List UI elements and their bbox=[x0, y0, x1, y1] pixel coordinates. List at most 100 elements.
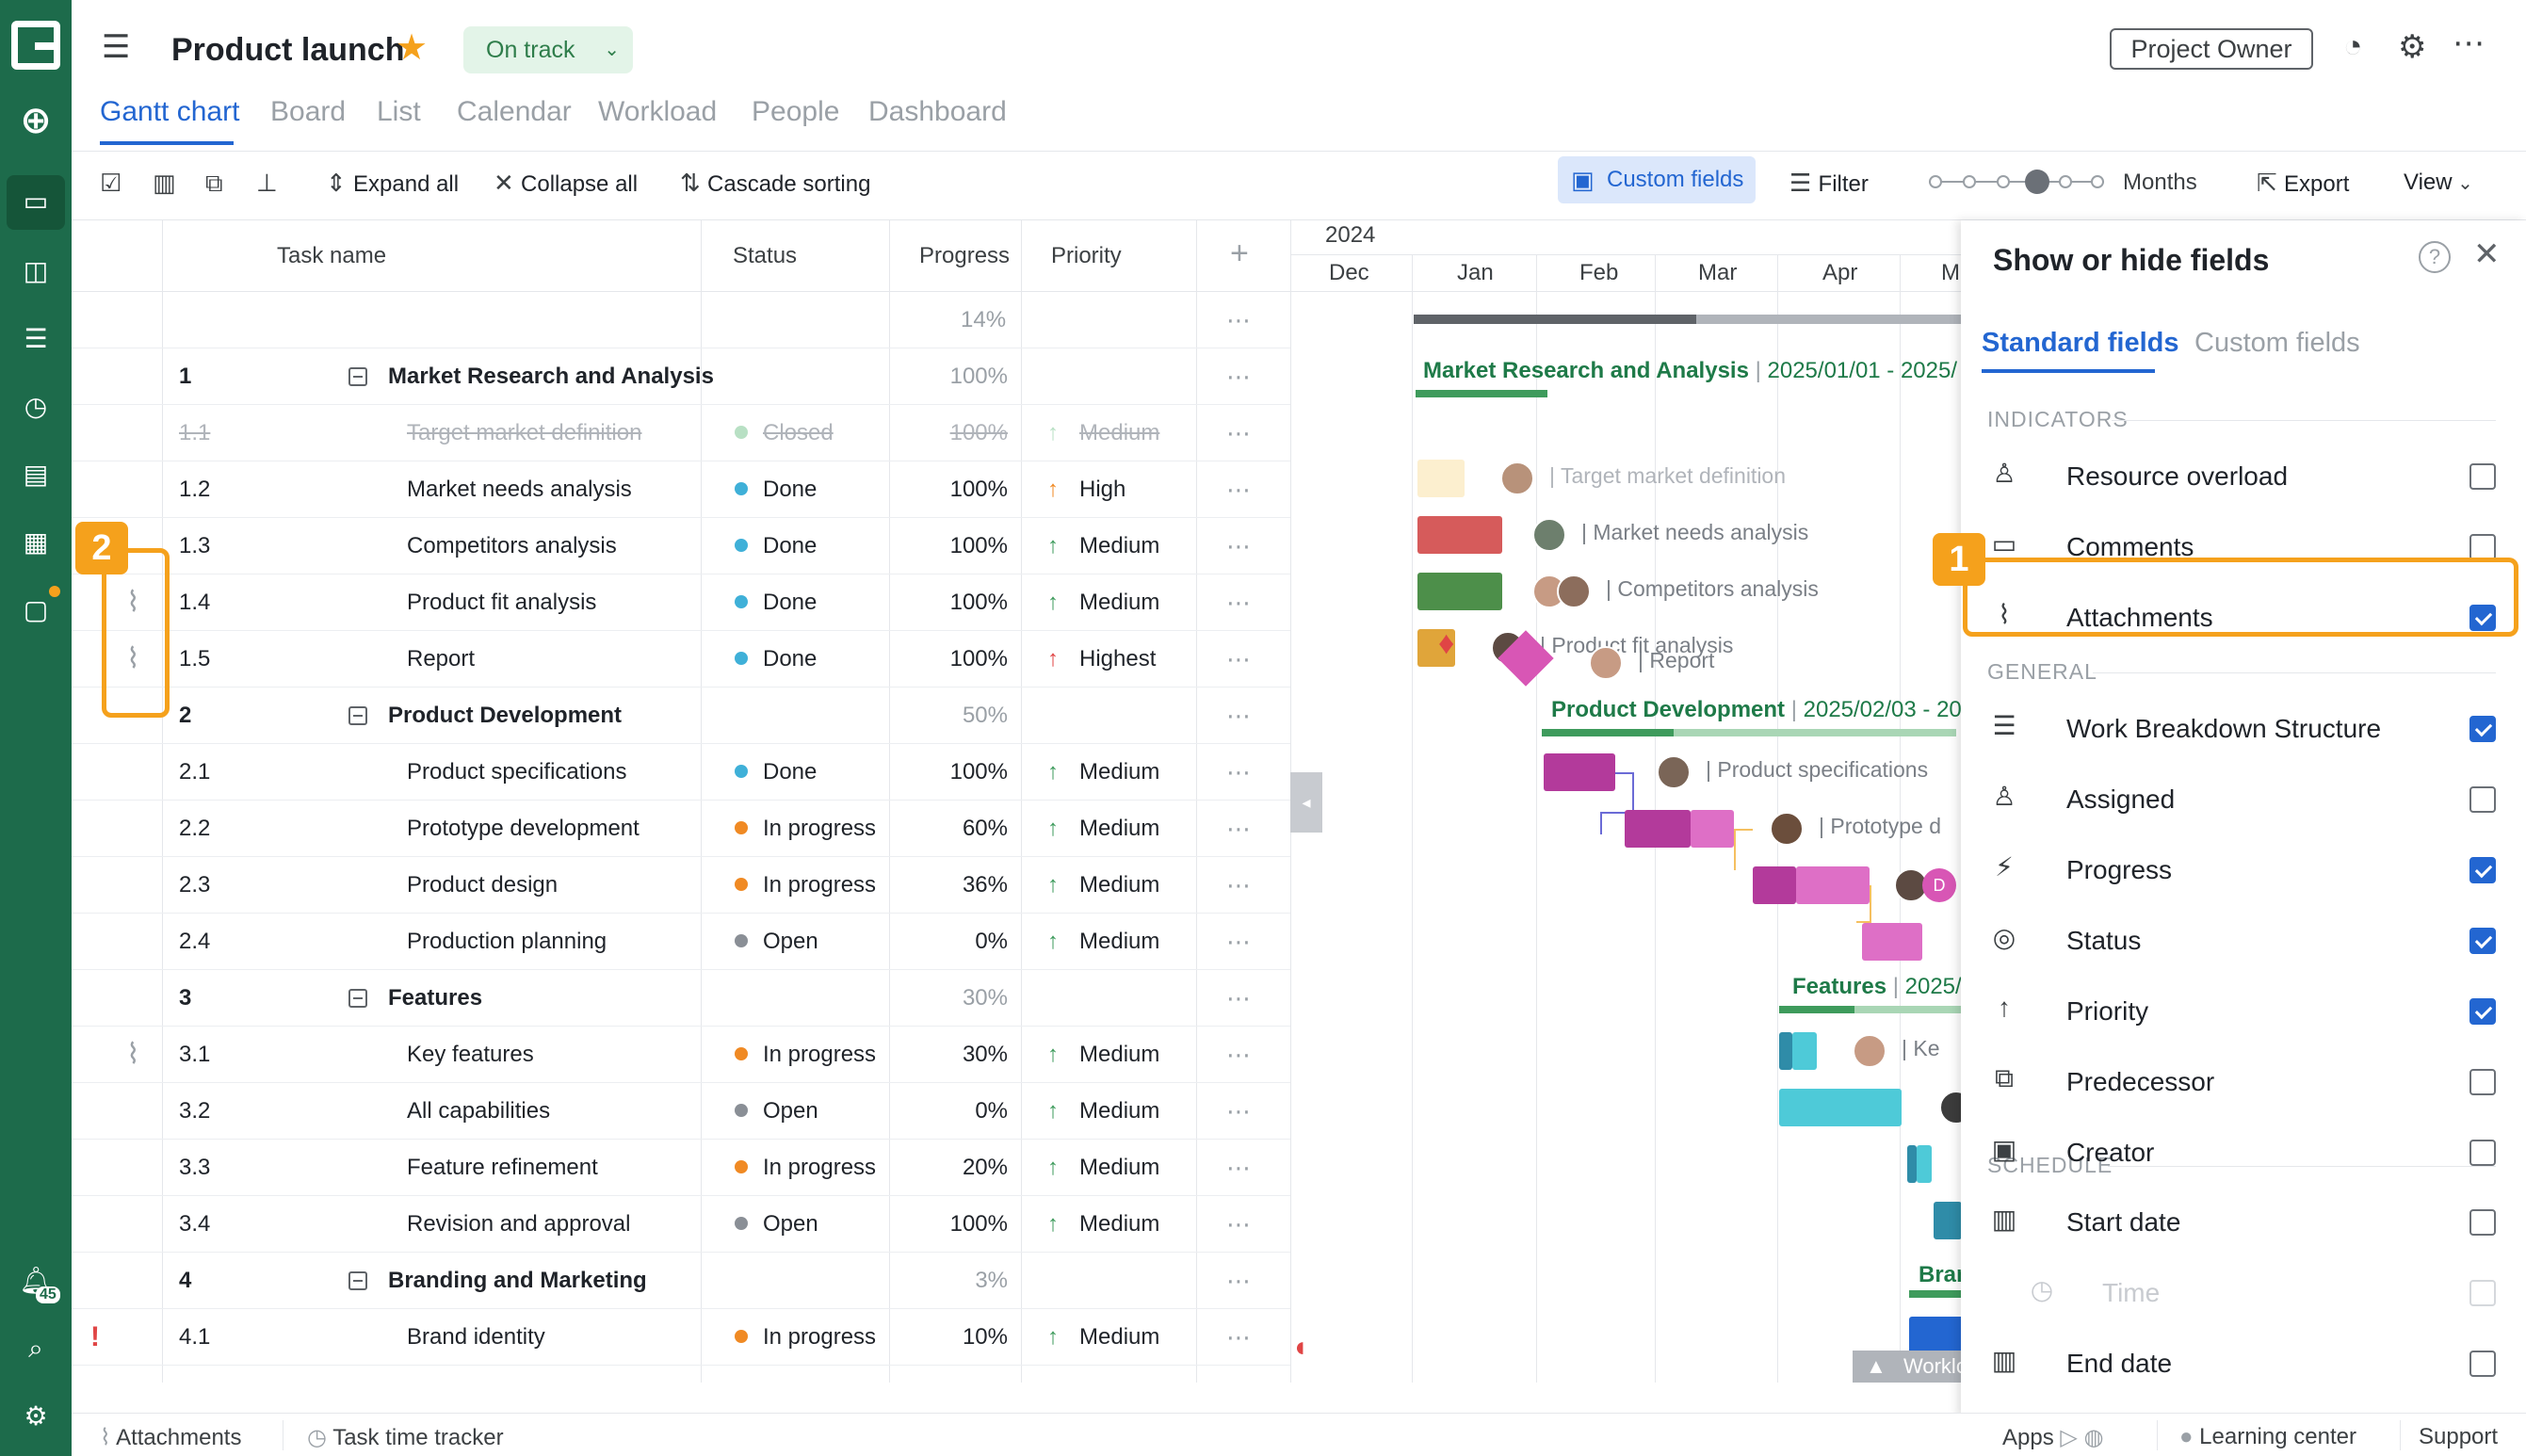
progress-value[interactable]: 100% bbox=[889, 518, 1008, 574]
hierarchy-icon[interactable]: ⧉ bbox=[205, 166, 223, 200]
task-row[interactable]: ⌇ 1.4 Product fit analysis Done 100% ↑ Medium ⋯ bbox=[72, 574, 1290, 631]
more-icon[interactable]: ⋯ bbox=[2453, 24, 2485, 62]
task-row[interactable]: ⌇ 1.5 Report Done 100% ↑ Highest ⋯ bbox=[72, 631, 1290, 688]
field-checkbox[interactable] bbox=[2469, 857, 2496, 883]
field-toggle-start-date[interactable]: ▥ Start date bbox=[1987, 1198, 2496, 1245]
row-menu-icon[interactable]: ⋯ bbox=[1226, 688, 1252, 744]
field-toggle-end-date[interactable]: ▥ End date bbox=[1987, 1339, 2496, 1386]
task-name[interactable]: Competitors analysis bbox=[407, 518, 617, 574]
task-name[interactable]: Features bbox=[388, 970, 482, 1027]
progress-value[interactable]: 50% bbox=[889, 688, 1008, 744]
task-row[interactable]: ⌇ 3.1 Key features In progress 30% ↑ Medium ⋯ bbox=[72, 1027, 1290, 1083]
expand-all-button[interactable]: ⇕ Expand all bbox=[326, 166, 459, 202]
field-checkbox[interactable] bbox=[2469, 1209, 2496, 1236]
collapse-all-button[interactable]: ✕ Collapse all bbox=[494, 166, 638, 202]
field-checkbox[interactable] bbox=[2469, 1069, 2496, 1095]
gear-icon[interactable]: ⚙ bbox=[2398, 28, 2426, 66]
favorite-star-icon[interactable]: ★ bbox=[396, 26, 428, 69]
row-menu-icon[interactable]: ⋯ bbox=[1226, 744, 1252, 801]
row-menu-icon[interactable]: ⋯ bbox=[1226, 405, 1252, 461]
grid-collapse-handle[interactable]: ◂ bbox=[1290, 772, 1322, 833]
field-toggle-status[interactable]: ◎ Status bbox=[1987, 916, 2496, 963]
priority-cell[interactable]: ↑ Medium bbox=[1047, 914, 1159, 970]
column-header-status[interactable]: Status bbox=[733, 243, 797, 269]
task-bar-1-1[interactable] bbox=[1417, 460, 1465, 497]
progress-value[interactable]: 20% bbox=[889, 1140, 1008, 1196]
status-cell[interactable]: Done bbox=[735, 631, 817, 688]
progress-value[interactable]: 3% bbox=[889, 1253, 1008, 1309]
row-menu-icon[interactable]: ⋯ bbox=[1226, 970, 1252, 1027]
collapse-group-icon[interactable] bbox=[348, 1271, 367, 1290]
status-cell[interactable]: Done bbox=[735, 744, 817, 801]
project-menu-icon[interactable]: ☰ bbox=[102, 28, 130, 66]
priority-cell[interactable]: ↑ Medium bbox=[1047, 518, 1159, 574]
progress-value[interactable]: 100% bbox=[889, 631, 1008, 688]
status-cell[interactable]: Open bbox=[735, 914, 818, 970]
task-row[interactable]: 2.3 Product design In progress 36% ↑ Medium ⋯ bbox=[72, 857, 1290, 914]
priority-cell[interactable]: ↑ Medium bbox=[1047, 1083, 1159, 1140]
task-name[interactable]: Revision and approval bbox=[407, 1196, 630, 1253]
task-row[interactable]: 1.3 Competitors analysis Done 100% ↑ Medium ⋯ bbox=[72, 518, 1290, 574]
portfolio-icon[interactable]: ◫ bbox=[17, 252, 55, 290]
progress-value[interactable]: 30% bbox=[889, 970, 1008, 1027]
task-name[interactable]: Feature refinement bbox=[407, 1140, 598, 1196]
tab-dashboard[interactable]: Dashboard bbox=[868, 96, 1007, 128]
collapse-group-icon[interactable] bbox=[348, 367, 367, 386]
status-cell[interactable]: In progress bbox=[735, 1027, 876, 1083]
field-checkbox[interactable] bbox=[2469, 716, 2496, 742]
task-bar-4-1[interactable] bbox=[1909, 1317, 1961, 1354]
task-bar-2-1[interactable] bbox=[1544, 753, 1615, 791]
status-cell[interactable]: In progress bbox=[735, 1140, 876, 1196]
add-icon[interactable]: ⊕ bbox=[17, 102, 55, 139]
ganttpro-logo-icon[interactable] bbox=[11, 21, 60, 70]
row-menu-icon[interactable]: ⋯ bbox=[1226, 1309, 1252, 1366]
tab-list[interactable]: List bbox=[377, 96, 421, 128]
tab-calendar[interactable]: Calendar bbox=[457, 96, 572, 128]
field-toggle-predecessor[interactable]: ⧉ Predecessor bbox=[1987, 1058, 2496, 1105]
tab-board[interactable]: Board bbox=[270, 96, 346, 128]
task-bar-2-3[interactable] bbox=[1753, 866, 1796, 904]
field-checkbox[interactable] bbox=[2469, 534, 2496, 560]
progress-value[interactable]: 100% bbox=[889, 744, 1008, 801]
tab-custom-fields[interactable]: Custom fields bbox=[2194, 328, 2360, 359]
footer-apps[interactable]: Apps ▷ ◍ bbox=[2002, 1424, 2103, 1451]
task-bar-1-2[interactable] bbox=[1417, 516, 1502, 554]
group-bar[interactable] bbox=[1416, 390, 1547, 397]
tab-workload[interactable]: Workload bbox=[598, 96, 717, 128]
task-bar-3-3[interactable] bbox=[1907, 1145, 1917, 1183]
collapse-group-icon[interactable] bbox=[348, 989, 367, 1008]
footer-time-tracker[interactable]: ◷ Task time tracker bbox=[307, 1424, 504, 1451]
task-name[interactable]: Target market definition bbox=[407, 405, 641, 461]
row-menu-icon[interactable]: ⋯ bbox=[1226, 631, 1252, 688]
task-bar-3-1[interactable] bbox=[1779, 1032, 1792, 1070]
field-checkbox[interactable] bbox=[2469, 998, 2496, 1025]
folder-icon[interactable]: ▭ bbox=[17, 183, 55, 220]
task-row[interactable]: ! 4.1 Brand identity In progress 10% ↑ Medium ⋯ bbox=[72, 1309, 1290, 1366]
column-header-progress[interactable]: Progress bbox=[919, 243, 1010, 269]
group-row[interactable]: 2 Product Development 50% ⋯ bbox=[72, 688, 1290, 744]
progress-value[interactable]: 60% bbox=[889, 801, 1008, 857]
priority-cell[interactable]: ↑ High bbox=[1047, 461, 1125, 518]
priority-cell[interactable]: ↑ Highest bbox=[1047, 631, 1156, 688]
field-toggle-assigned[interactable]: ♙ Assigned bbox=[1987, 775, 2496, 822]
status-cell[interactable]: In progress bbox=[735, 801, 876, 857]
field-toggle-priority[interactable]: ↑ Priority bbox=[1987, 987, 2496, 1034]
settings-icon[interactable]: ⚙ bbox=[17, 1398, 55, 1435]
filter-button[interactable]: ☰ Filter bbox=[1789, 166, 1869, 202]
field-checkbox[interactable] bbox=[2469, 928, 2496, 954]
field-checkbox[interactable] bbox=[2469, 463, 2496, 490]
task-name[interactable]: Report bbox=[407, 631, 475, 688]
collapse-group-icon[interactable] bbox=[348, 706, 367, 725]
task-name[interactable]: Prototype development bbox=[407, 801, 640, 857]
progress-value[interactable]: 0% bbox=[889, 1083, 1008, 1140]
row-menu-icon[interactable]: ⋯ bbox=[1226, 801, 1252, 857]
progress-value[interactable]: 100% bbox=[889, 574, 1008, 631]
field-checkbox[interactable] bbox=[2469, 1351, 2496, 1377]
task-name[interactable]: Market needs analysis bbox=[407, 461, 632, 518]
task-row[interactable]: 2.1 Product specifications Done 100% ↑ Medium… bbox=[72, 744, 1290, 801]
list-icon[interactable]: ☰ bbox=[17, 320, 55, 358]
zoom-slider-track[interactable] bbox=[1929, 181, 2104, 183]
export-button[interactable]: ⇱ Export bbox=[2257, 166, 2349, 202]
footer-attachments[interactable]: ⌇ Attachments bbox=[100, 1424, 241, 1451]
task-bar-2-4[interactable] bbox=[1862, 923, 1922, 961]
